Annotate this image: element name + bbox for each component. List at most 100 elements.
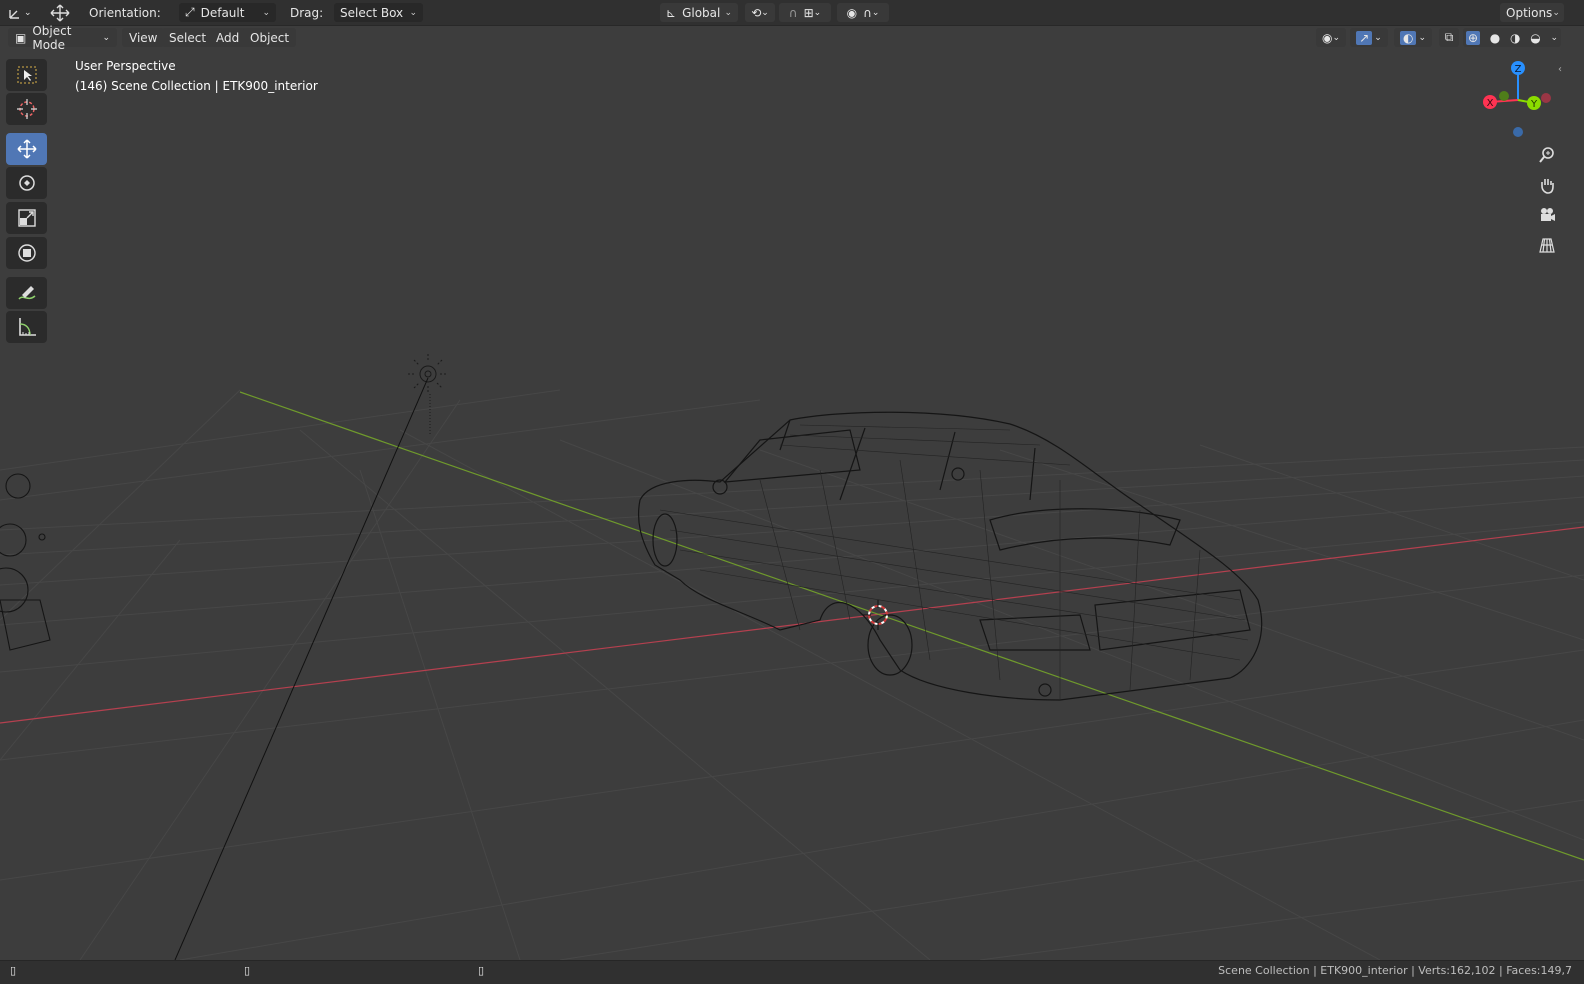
collection-info-label: (146) Scene Collection | ETK900_interior [75, 79, 318, 93]
viewport-header: ▣ Object Mode ⌄ View Select Add Object ◉… [0, 24, 1584, 52]
object-mode-icon: ▣ [15, 30, 27, 45]
shading-mode-group: ⊕ ● ◑ ◒ ⌄ [1463, 28, 1561, 47]
camera-view-button[interactable] [1533, 201, 1561, 229]
orientation-value: Default [200, 5, 245, 20]
chevron-down-icon: ⌄ [262, 7, 270, 18]
solid-shading-icon[interactable]: ● [1490, 31, 1500, 45]
pan-button[interactable] [1533, 171, 1561, 199]
partial-object-left [0, 473, 51, 651]
chevron-down-icon: ⌄ [24, 7, 32, 18]
neg-y-handle [1499, 91, 1509, 101]
tool-scale[interactable] [6, 202, 47, 234]
editor-type-button[interactable]: ⌄ [8, 3, 32, 22]
orientation-dropdown[interactable]: ⤢ Default ⌄ [179, 3, 276, 22]
tool-move[interactable] [6, 133, 47, 165]
neg-x-handle [1541, 93, 1551, 103]
chevron-down-icon: ⌄ [1552, 7, 1560, 18]
drag-value: Select Box [340, 5, 404, 20]
top-header-bar: ⌄ Orientation: ⤢ Default ⌄ Drag: Select … [0, 0, 1584, 26]
light-object [174, 354, 448, 960]
zoom-button[interactable] [1533, 141, 1561, 169]
proportional-editing-button[interactable]: ◉ ∩ ⌄ [837, 3, 889, 22]
chevron-down-icon: ⌄ [813, 7, 822, 18]
pivot-point-button[interactable]: ⟲ ⌄ [745, 3, 775, 22]
transform-icon [17, 244, 36, 262]
overlays-icon: ◐ [1399, 30, 1417, 45]
rotate-icon [18, 175, 35, 191]
scene-stats: Scene Collection | ETK900_interior | Ver… [1218, 964, 1572, 977]
perspective-toggle-button[interactable] [1533, 231, 1561, 259]
rendered-shading-icon[interactable]: ◒ [1530, 31, 1540, 45]
xray-toggle-button[interactable]: ⧉ [1439, 28, 1459, 47]
viewport-3d[interactable] [0, 51, 1584, 960]
menu-select[interactable]: Select [162, 28, 214, 47]
gizmo-icon: ↗ [1356, 30, 1373, 45]
y-axis-label: Y [1530, 99, 1538, 110]
chevron-down-icon: ⌄ [761, 7, 769, 18]
orientation-label: Orientation: [89, 5, 161, 20]
camera-icon [1541, 208, 1555, 221]
chevron-down-icon: ⌄ [1374, 32, 1382, 43]
magnet-icon: ∩ [788, 5, 798, 20]
tool-select-box[interactable] [6, 59, 47, 91]
select-box-icon [17, 66, 36, 84]
mouse-left-icon: ▯ [10, 964, 17, 977]
3d-cursor [863, 600, 893, 630]
chevron-down-icon: ⌄ [724, 7, 732, 18]
move-icon [16, 139, 37, 159]
chevron-down-icon: ⌄ [409, 7, 417, 18]
z-axis-label: Z [1515, 64, 1522, 75]
transform-gizmo-icon[interactable] [48, 3, 72, 22]
x-axis-label: X [1487, 98, 1494, 109]
sidebar-toggle-icon[interactable]: ‹ [1558, 64, 1562, 75]
mode-value: Object Mode [32, 23, 72, 52]
view-name-label: User Perspective [75, 59, 176, 73]
menu-view[interactable]: View [122, 28, 165, 47]
overlays-button[interactable]: ◐ ⌄ [1394, 28, 1432, 47]
transform-orientation-dropdown[interactable]: ⊾ Global ⌄ [660, 3, 738, 22]
chevron-down-icon[interactable]: ⌄ [1550, 33, 1558, 43]
navigation-gizmo[interactable]: Z X Y [1482, 58, 1562, 142]
measure-ruler-icon [18, 318, 36, 336]
hand-icon [1541, 179, 1554, 194]
falloff-curve-icon: ∩ [863, 5, 872, 20]
menu-object[interactable]: Object [243, 28, 297, 47]
annotate-pencil-icon [17, 286, 35, 300]
drag-label: Drag: [290, 5, 324, 20]
tool-rotate[interactable] [6, 167, 47, 199]
mouse-middle-icon: ▯ [244, 964, 251, 977]
snap-button[interactable]: ∩ ⊞ ⌄ [779, 3, 831, 22]
snap-increment-icon: ⊞ [803, 5, 814, 20]
status-bar: ▯ ▯ ▯ Scene Collection | ETK900_interior… [0, 960, 1584, 984]
options-label: Options [1506, 5, 1553, 20]
material-shading-icon[interactable]: ◑ [1510, 31, 1520, 45]
global-axes-icon: ⊾ [666, 5, 677, 20]
scale-icon [17, 209, 36, 227]
x-axis-line [0, 526, 1584, 724]
tool-cursor[interactable] [6, 93, 47, 125]
xray-icon: ⧉ [1444, 30, 1454, 44]
eye-icon: ◉ [1321, 30, 1333, 45]
y-axis-line [239, 391, 1584, 861]
tool-transform[interactable] [6, 237, 47, 269]
proportional-edit-icon: ◉ [846, 5, 858, 20]
gizmo-toggle-button[interactable]: ↗ ⌄ [1350, 28, 1388, 47]
visibility-button[interactable]: ◉ ⌄ [1316, 28, 1346, 47]
tool-measure[interactable] [6, 311, 47, 343]
menu-add[interactable]: Add [209, 28, 247, 47]
axis-icon [9, 9, 19, 19]
transform-space-value: Global [682, 5, 721, 20]
chevron-down-icon: ⌄ [102, 32, 110, 43]
chevron-down-icon: ⌄ [1418, 32, 1427, 43]
mouse-right-icon: ▯ [478, 964, 485, 977]
car-wireframe [637, 411, 1263, 701]
neg-z-handle [1513, 127, 1523, 137]
options-dropdown[interactable]: Options ⌄ [1500, 3, 1564, 22]
tool-annotate[interactable] [6, 277, 47, 309]
orientation-icon: ⤢ [185, 5, 195, 19]
zoom-magnifier-icon [1539, 147, 1554, 163]
wireframe-shading-icon[interactable]: ⊕ [1466, 30, 1481, 45]
chevron-down-icon: ⌄ [1332, 32, 1341, 43]
drag-dropdown[interactable]: Select Box ⌄ [334, 3, 423, 22]
mode-dropdown[interactable]: ▣ Object Mode ⌄ [8, 24, 117, 52]
